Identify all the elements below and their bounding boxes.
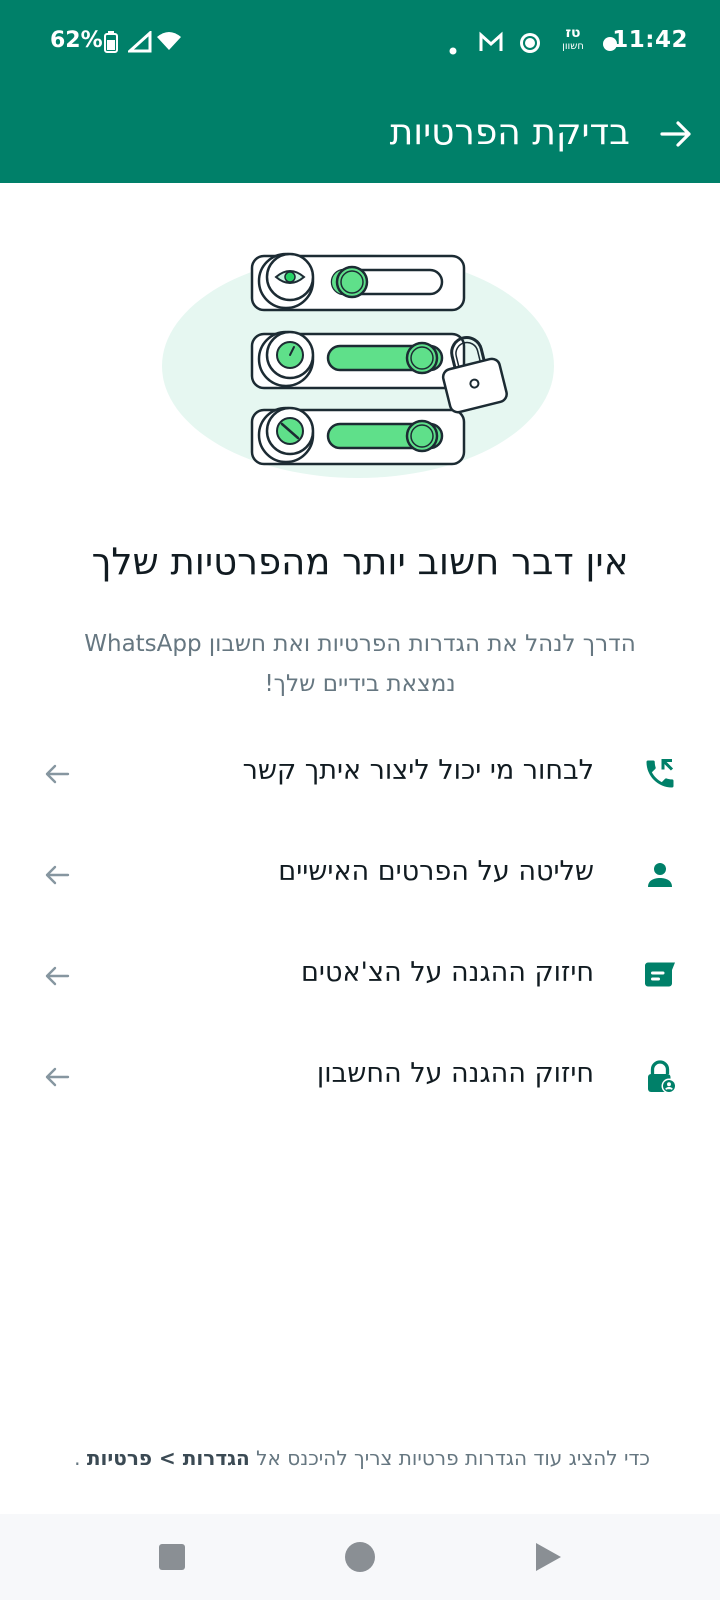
chevron-arrow-icon xyxy=(42,1062,72,1092)
chevron-arrow-icon xyxy=(42,759,72,789)
status-bar: 62% טז חשוון 11:42 xyxy=(0,0,720,86)
clock: 11:42 xyxy=(612,27,688,53)
back-button[interactable] xyxy=(488,1514,608,1600)
option-chats[interactable]: חיזוק ההגנה על הצ'אטים xyxy=(0,929,720,1030)
settings-hint: כדי להציג עוד הגדרות פרטיות צריך להיכנס … xyxy=(30,1446,650,1470)
page-title: בדיקת הפרטיות xyxy=(389,112,630,153)
wifi-icon xyxy=(156,30,182,56)
calendar-date-icon: טז חשוון xyxy=(558,26,588,54)
settings-hint-suffix: . xyxy=(74,1446,81,1470)
toggle-row-block xyxy=(250,406,466,466)
chevron-arrow-icon xyxy=(42,961,72,991)
option-personal-details[interactable]: שליטה על הפרטים האישיים xyxy=(0,828,720,929)
option-account[interactable]: חיזוק ההגנה על החשבון xyxy=(0,1030,720,1131)
cell-signal-icon xyxy=(126,29,152,57)
option-contact[interactable]: לבחור מי יכול ליצור איתך קשר xyxy=(0,727,720,828)
battery-icon xyxy=(104,31,118,57)
app-bar: בדיקת הפרטיות xyxy=(0,86,720,183)
battery-percent: 62% xyxy=(50,28,103,53)
toggle-row-visibility xyxy=(250,252,466,312)
recents-square-icon xyxy=(159,1544,185,1570)
back-arrow-icon[interactable] xyxy=(658,116,694,152)
toggle-row-timer xyxy=(250,330,466,390)
calendar-day: טז xyxy=(565,25,581,41)
account-lock-icon xyxy=(642,1059,678,1095)
gmail-icon xyxy=(478,31,504,57)
option-label: חיזוק ההגנה על הצ'אטים xyxy=(301,957,594,988)
back-triangle-icon xyxy=(536,1543,561,1571)
person-icon xyxy=(642,857,678,893)
settings-hint-text: כדי להציג עוד הגדרות פרטיות צריך להיכנס … xyxy=(256,1446,650,1470)
system-nav-bar xyxy=(0,1514,720,1600)
option-label: חיזוק ההגנה על החשבון xyxy=(316,1058,594,1089)
phone-contact-icon xyxy=(642,756,678,792)
notification-dot-icon xyxy=(449,40,457,59)
calendar-month: חשוון xyxy=(562,41,584,52)
privacy-subheading: הדרך לנהל את הגדרות הפרטיות ואת חשבון Wh… xyxy=(84,631,636,697)
option-label: לבחור מי יכול ליצור איתך קשר xyxy=(242,755,594,786)
privacy-heading: אין דבר חשוב יותר מהפרטיות שלך xyxy=(91,540,629,583)
privacy-illustration xyxy=(160,248,560,488)
home-button[interactable] xyxy=(300,1514,420,1600)
chat-icon xyxy=(642,958,678,994)
settings-path-link[interactable]: הגדרות > פרטיות xyxy=(87,1446,250,1470)
option-label: שליטה על הפרטים האישיים xyxy=(278,856,594,887)
home-circle-icon xyxy=(345,1542,375,1572)
privacy-options-list: לבחור מי יכול ליצור איתך קשר שליטה על הפ… xyxy=(0,727,720,1131)
chevron-arrow-icon xyxy=(42,860,72,890)
record-icon xyxy=(518,31,542,59)
recents-button[interactable] xyxy=(112,1514,232,1600)
